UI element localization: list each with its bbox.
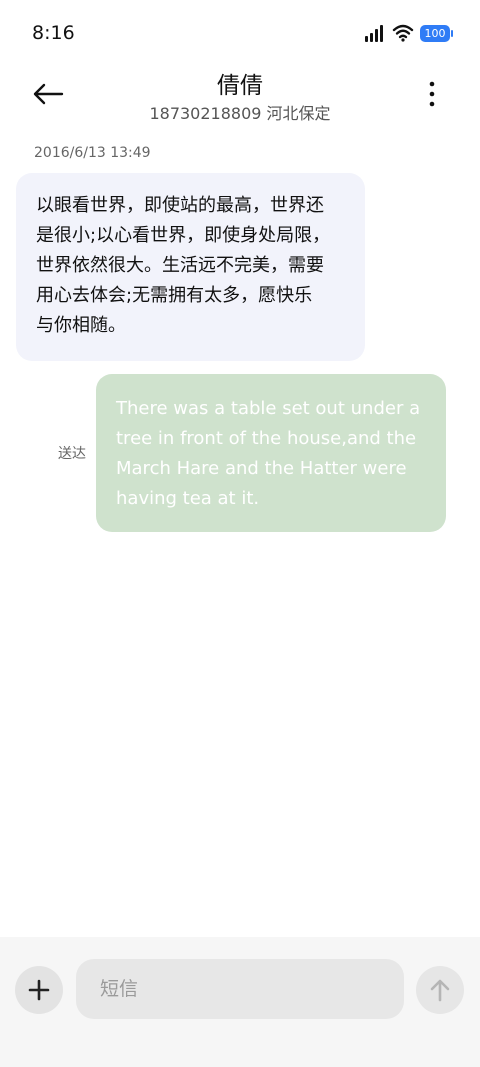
conversation-header: 倩倩 18730218809 河北保定 <box>0 60 480 130</box>
outgoing-message-bubble[interactable]: There was a table set out under a tree i… <box>96 374 446 532</box>
more-options-button[interactable] <box>412 74 452 114</box>
message-input[interactable] <box>76 959 404 1019</box>
outgoing-message-line: March Hare and the Hatter were <box>116 458 407 479</box>
status-icons: 100 <box>364 22 453 44</box>
contact-phone-location: 18730218809 河北保定 <box>149 104 331 123</box>
incoming-message-line: 用心去体会;无需拥有太多，愿快乐 <box>36 285 313 306</box>
wifi-icon <box>392 24 414 42</box>
battery-icon: 100 <box>420 24 453 42</box>
outgoing-message-line: There was a table set out under a <box>116 398 421 419</box>
more-vertical-icon <box>429 81 435 107</box>
plus-icon <box>28 979 50 1001</box>
incoming-message-line: 是很小;以心看世界，即使身处局限， <box>36 225 331 246</box>
send-button[interactable] <box>416 966 464 1014</box>
incoming-message-bubble[interactable]: 以眼看世界，即使站的最高，世界还 是很小;以心看世界，即使身处局限， 世界依然很… <box>16 173 365 361</box>
delivery-status: 送达 <box>58 446 86 462</box>
arrow-up-icon <box>430 979 450 1002</box>
signal-icon <box>365 25 383 42</box>
status-time: 8:16 <box>32 22 75 44</box>
contact-name: 倩倩 <box>217 73 263 99</box>
attach-button[interactable] <box>15 966 63 1014</box>
outgoing-message-line: tree in front of the house,and the <box>116 428 417 449</box>
incoming-message-line: 以眼看世界，即使站的最高，世界还 <box>36 195 324 216</box>
incoming-message-line: 与你相随。 <box>36 315 126 336</box>
message-composer <box>0 937 480 1067</box>
message-timestamp: 2016/6/13 13:49 <box>34 145 151 161</box>
status-bar: 8:16 100 <box>0 0 480 66</box>
incoming-message-line: 世界依然很大。生活远不完美，需要 <box>36 255 324 276</box>
outgoing-message-line: having tea at it. <box>116 488 260 509</box>
battery-level: 100 <box>424 26 446 40</box>
